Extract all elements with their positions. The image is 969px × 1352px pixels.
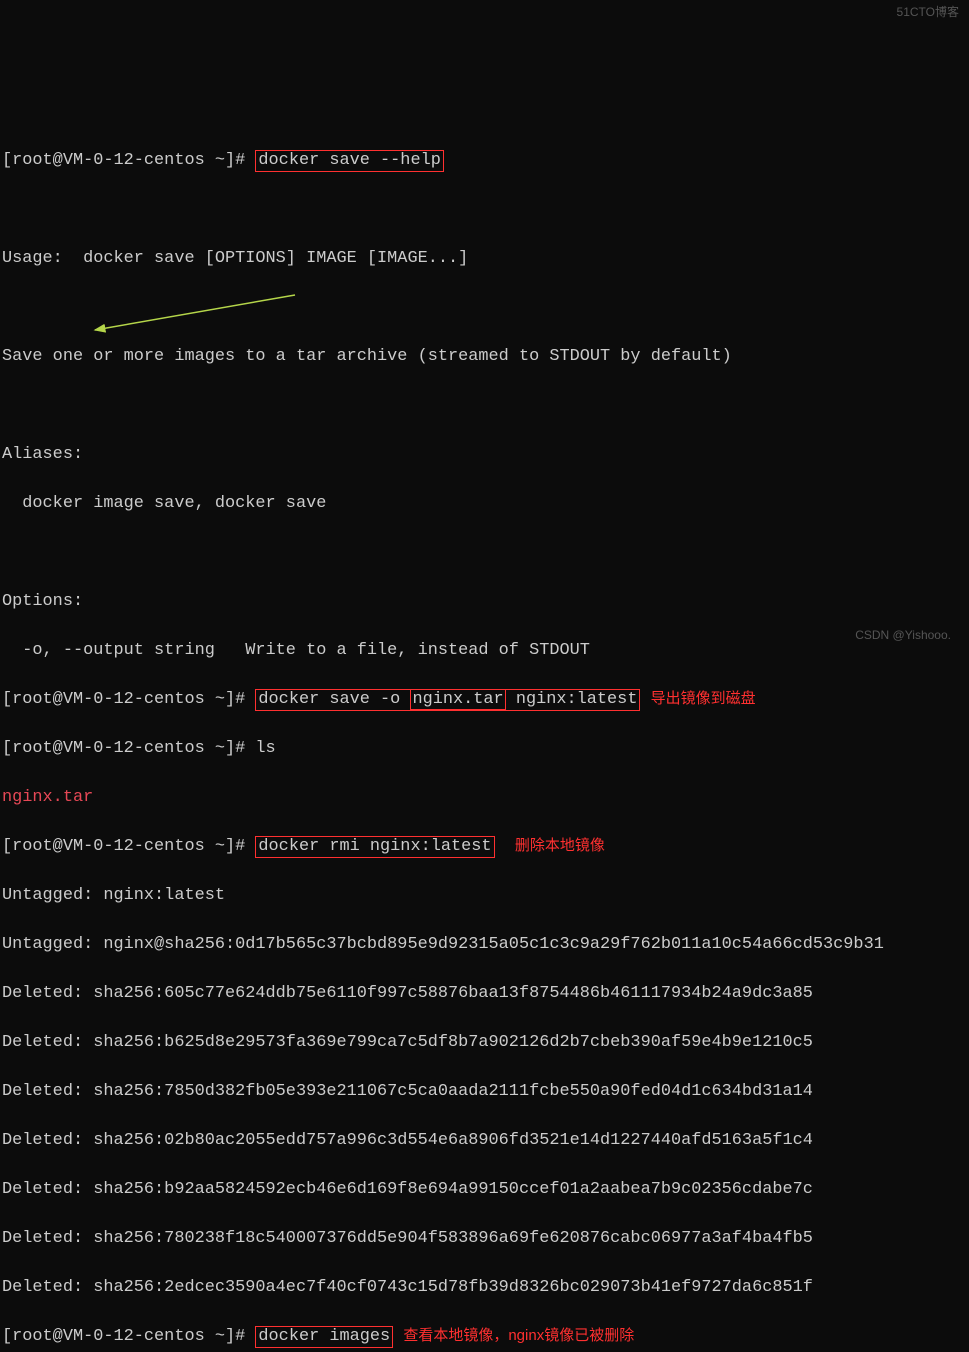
terminal-line: [root@VM-0-12-centos ~]# ls: [2, 737, 969, 762]
command-highlight-box: docker rmi nginx:latest: [255, 836, 494, 858]
aliases-header: Aliases:: [2, 443, 969, 468]
usage-line: Usage: docker save [OPTIONS] IMAGE [IMAG…: [2, 247, 969, 272]
command-text: docker save -o: [258, 690, 410, 709]
command-text: docker rmi nginx:latest: [258, 837, 491, 856]
output-line: Deleted: sha256:b625d8e29573fa369e799ca7…: [2, 1031, 969, 1056]
command-highlight-box: docker save --help: [255, 150, 443, 172]
filename-highlight-box: nginx.tar: [410, 689, 505, 710]
blank-line: [2, 541, 969, 566]
output-line: Deleted: sha256:2edcec3590a4ec7f40cf0743…: [2, 1276, 969, 1301]
terminal-line: [root@VM-0-12-centos ~]# docker save -o …: [2, 688, 969, 713]
watermark-51cto: 51CTO博客: [897, 4, 959, 21]
terminal-line: [root@VM-0-12-centos ~]# docker images 查…: [2, 1325, 969, 1350]
shell-prompt: [root@VM-0-12-centos ~]#: [2, 739, 255, 758]
description-line: Save one or more images to a tar archive…: [2, 345, 969, 370]
annotation-delete: 删除本地镜像: [515, 837, 605, 854]
ls-output: nginx.tar: [2, 786, 969, 811]
output-line: Deleted: sha256:605c77e624ddb75e6110f997…: [2, 982, 969, 1007]
terminal-line: [root@VM-0-12-centos ~]# docker rmi ngin…: [2, 835, 969, 860]
annotation-list-images: 查看本地镜像，nginx镜像已被删除: [403, 1327, 634, 1344]
annotation-export: 导出镜像到磁盘: [651, 690, 756, 707]
output-line: Deleted: sha256:7850d382fb05e393e211067c…: [2, 1080, 969, 1105]
command-highlight-box: docker save -o nginx.tar nginx:latest: [255, 689, 640, 711]
terminal-line: [root@VM-0-12-centos ~]# docker save --h…: [2, 149, 969, 174]
shell-prompt: [root@VM-0-12-centos ~]#: [2, 837, 255, 856]
command-text: docker save --help: [258, 151, 440, 170]
options-line: -o, --output string Write to a file, ins…: [2, 639, 969, 664]
options-header: Options:: [2, 590, 969, 615]
output-line: Untagged: nginx:latest: [2, 884, 969, 909]
aliases-line: docker image save, docker save: [2, 492, 969, 517]
output-line: Deleted: sha256:b92aa5824592ecb46e6d169f…: [2, 1178, 969, 1203]
blank-line: [2, 198, 969, 223]
shell-prompt: [root@VM-0-12-centos ~]#: [2, 1327, 255, 1346]
command-text: nginx:latest: [506, 690, 638, 709]
output-line: Untagged: nginx@sha256:0d17b565c37bcbd89…: [2, 933, 969, 958]
shell-prompt: [root@VM-0-12-centos ~]#: [2, 690, 255, 709]
blank-line: [2, 394, 969, 419]
blank-line: [2, 296, 969, 321]
tar-filename: nginx.tar: [2, 788, 93, 807]
output-line: Deleted: sha256:02b80ac2055edd757a996c3d…: [2, 1129, 969, 1154]
command-highlight-box: docker images: [255, 1326, 393, 1348]
output-line: Deleted: sha256:780238f18c540007376dd5e9…: [2, 1227, 969, 1252]
shell-prompt: [root@VM-0-12-centos ~]#: [2, 151, 255, 170]
command-text: ls: [255, 739, 275, 758]
watermark-csdn: CSDN @Yishooo.: [855, 627, 951, 644]
command-text: docker images: [258, 1327, 390, 1346]
